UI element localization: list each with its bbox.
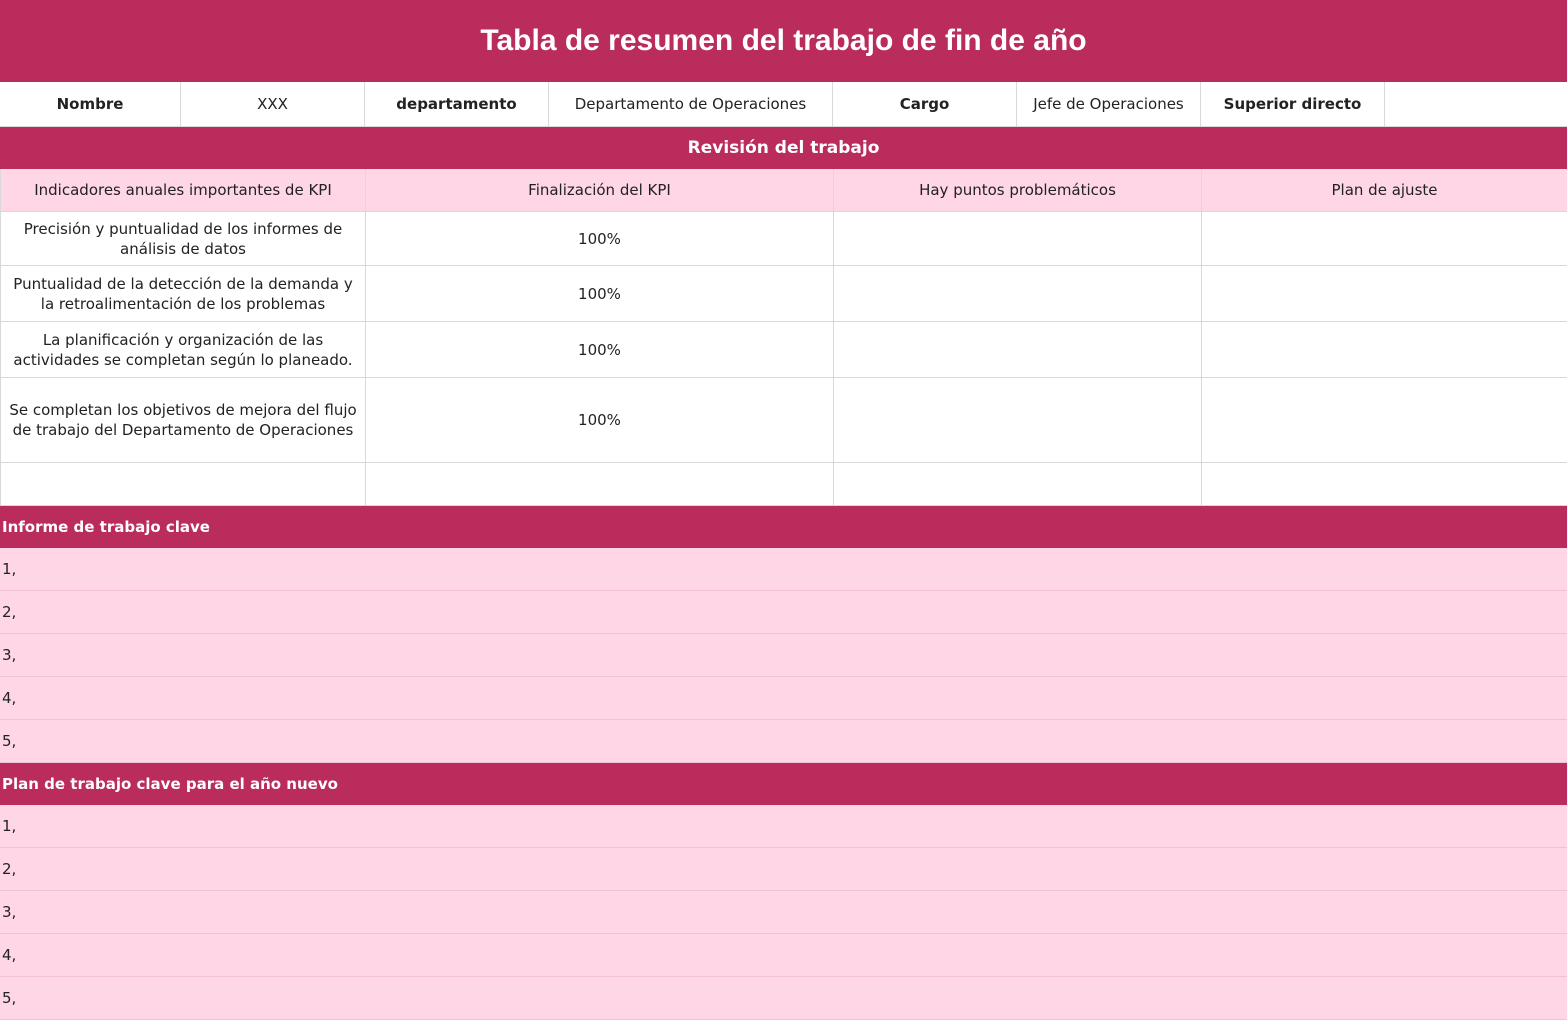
kpi-header-row: Indicadores anuales importantes de KPI F… <box>0 169 1567 212</box>
list-item[interactable]: 2, <box>0 591 1567 634</box>
sheet-title: Tabla de resumen del trabajo de fin de a… <box>0 0 1567 82</box>
key-work-report-heading: Informe de trabajo clave <box>0 506 1567 548</box>
position-label: Cargo <box>833 82 1017 126</box>
kpi-problems-cell[interactable] <box>833 462 1202 506</box>
list-item[interactable]: 1, <box>0 548 1567 591</box>
col-header-indicator: Indicadores anuales importantes de KPI <box>0 169 366 212</box>
kpi-indicator-cell[interactable]: Puntualidad de la detección de la demand… <box>0 265 366 322</box>
department-value[interactable]: Departamento de Operaciones <box>549 82 833 126</box>
kpi-completion-cell[interactable]: 100% <box>365 265 834 322</box>
work-review-heading: Revisión del trabajo <box>0 127 1567 169</box>
supervisor-label: Superior directo <box>1201 82 1385 126</box>
kpi-indicator-cell[interactable]: La planificación y organización de las a… <box>0 321 366 378</box>
list-item[interactable]: 1, <box>0 805 1567 848</box>
kpi-review-table: Indicadores anuales importantes de KPI F… <box>0 169 1567 506</box>
employee-info-row: Nombre XXX departamento Departamento de … <box>0 82 1567 127</box>
kpi-problems-cell[interactable] <box>833 321 1202 378</box>
list-item[interactable]: 2, <box>0 848 1567 891</box>
kpi-problems-cell[interactable] <box>833 211 1202 266</box>
table-row: Puntualidad de la detección de la demand… <box>0 265 1567 322</box>
kpi-problems-cell[interactable] <box>833 265 1202 322</box>
name-value[interactable]: XXX <box>181 82 365 126</box>
list-item[interactable]: 4, <box>0 677 1567 720</box>
kpi-plan-cell[interactable] <box>1201 377 1567 463</box>
list-item[interactable]: 3, <box>0 634 1567 677</box>
kpi-completion-cell[interactable]: 100% <box>365 321 834 378</box>
new-year-plan-heading: Plan de trabajo clave para el año nuevo <box>0 763 1567 805</box>
list-item[interactable]: 5, <box>0 720 1567 763</box>
col-header-problems: Hay puntos problemáticos <box>833 169 1202 212</box>
list-item[interactable]: 5, <box>0 977 1567 1020</box>
kpi-completion-cell[interactable]: 100% <box>365 211 834 266</box>
col-header-completion: Finalización del KPI <box>365 169 834 212</box>
list-item[interactable]: 4, <box>0 934 1567 977</box>
name-label: Nombre <box>0 82 181 126</box>
kpi-plan-cell[interactable] <box>1201 462 1567 506</box>
table-row <box>0 462 1567 506</box>
kpi-completion-cell[interactable] <box>365 462 834 506</box>
kpi-plan-cell[interactable] <box>1201 211 1567 266</box>
col-header-plan: Plan de ajuste <box>1201 169 1567 212</box>
position-value[interactable]: Jefe de Operaciones <box>1017 82 1201 126</box>
year-end-summary-sheet: Tabla de resumen del trabajo de fin de a… <box>0 0 1567 1028</box>
kpi-indicator-cell[interactable]: Se completan los objetivos de mejora del… <box>0 377 366 463</box>
kpi-indicator-cell[interactable] <box>0 462 366 506</box>
list-item[interactable]: 3, <box>0 891 1567 934</box>
kpi-plan-cell[interactable] <box>1201 265 1567 322</box>
kpi-plan-cell[interactable] <box>1201 321 1567 378</box>
kpi-problems-cell[interactable] <box>833 377 1202 463</box>
table-row: Precisión y puntualidad de los informes … <box>0 211 1567 266</box>
table-row: Se completan los objetivos de mejora del… <box>0 377 1567 463</box>
table-row: La planificación y organización de las a… <box>0 321 1567 378</box>
kpi-completion-cell[interactable]: 100% <box>365 377 834 463</box>
kpi-indicator-cell[interactable]: Precisión y puntualidad de los informes … <box>0 211 366 266</box>
supervisor-value[interactable] <box>1385 82 1567 126</box>
department-label: departamento <box>365 82 549 126</box>
